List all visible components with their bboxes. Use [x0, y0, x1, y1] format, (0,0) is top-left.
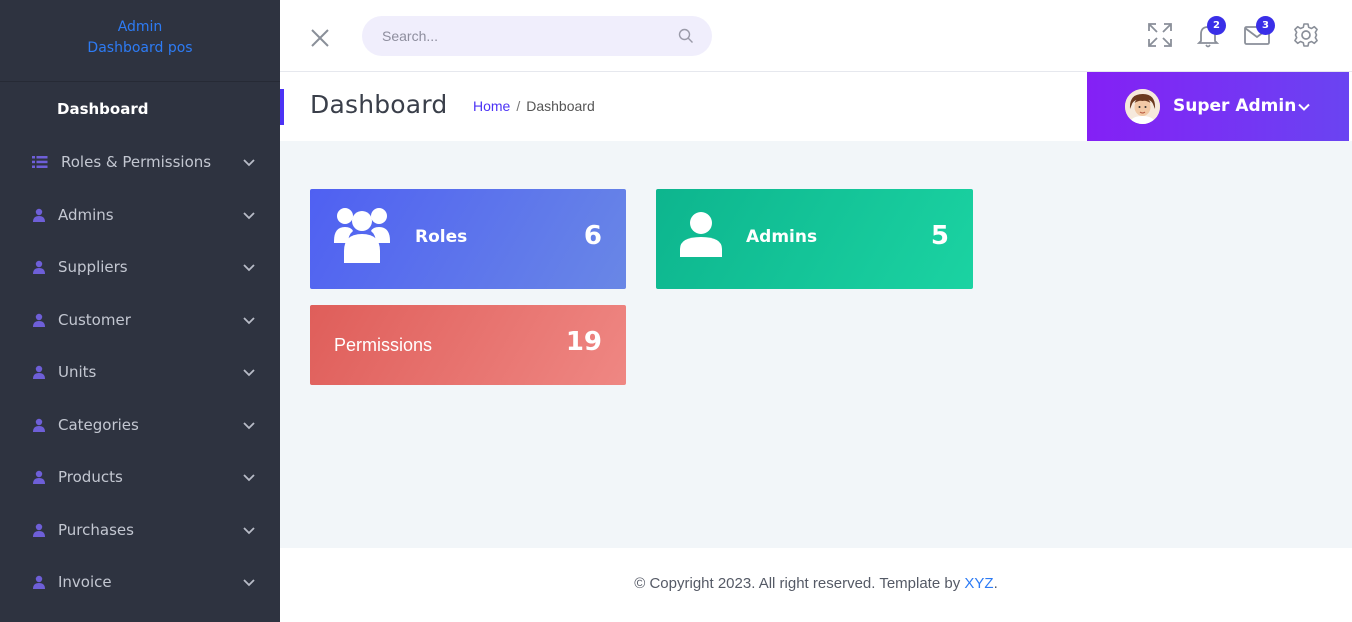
chevron-down-icon	[243, 527, 255, 535]
user-icon	[31, 522, 47, 538]
chevron-down-icon	[243, 212, 255, 220]
messages-badge: 3	[1256, 16, 1275, 35]
sidebar-item-admins[interactable]: Admins	[0, 189, 280, 242]
profile-dropdown[interactable]: Super Admin	[1087, 72, 1349, 141]
permissions-card-value: 19	[565, 327, 602, 357]
breadcrumb-current: Dashboard	[526, 98, 595, 114]
user-icon	[31, 574, 47, 590]
expand-icon	[1148, 23, 1172, 47]
chevron-down-icon	[1298, 103, 1310, 111]
settings-button[interactable]	[1291, 20, 1321, 50]
page-title: Dashboard	[310, 90, 448, 119]
sidebar-item-customer[interactable]: Customer	[0, 294, 280, 347]
sidebar-item-label: Products	[58, 468, 123, 487]
search-icon[interactable]	[678, 28, 694, 44]
user-icon	[31, 207, 47, 223]
sidebar-item-suppliers[interactable]: Suppliers	[0, 241, 280, 294]
active-indicator	[280, 89, 284, 125]
sidebar-item-label: Roles & Permissions	[61, 153, 212, 172]
breadcrumb-separator: /	[516, 98, 521, 114]
roles-card-value: 6	[583, 221, 602, 251]
sidebar-item-roles-permissions[interactable]: Roles & Permissions	[0, 136, 280, 189]
chevron-down-icon	[243, 369, 255, 377]
user-icon	[31, 259, 47, 275]
sidebar-menu: Dashboard Roles & Permissions Admins Sup…	[0, 82, 280, 609]
users-group-icon	[334, 208, 390, 263]
chevron-down-icon	[243, 317, 255, 325]
page-header: Dashboard Home / Dashboard Super Admin	[280, 72, 1352, 141]
sidebar-item-label: Dashboard	[57, 100, 149, 118]
permissions-card-label: Permissions	[334, 335, 433, 355]
breadcrumb: Home / Dashboard	[473, 98, 595, 114]
profile-name: Super Admin	[1173, 96, 1297, 116]
notifications-badge: 2	[1207, 16, 1226, 35]
chevron-down-icon	[243, 159, 255, 167]
user-icon	[680, 212, 722, 257]
sidebar-item-invoice[interactable]: Invoice	[0, 556, 280, 609]
sidebar: Admin Dashboard pos Dashboard Roles & Pe…	[0, 0, 280, 622]
sidebar-item-label: Invoice	[58, 573, 112, 592]
sidebar-item-products[interactable]: Products	[0, 451, 280, 504]
chevron-down-icon	[243, 422, 255, 430]
notifications-button[interactable]: 2	[1193, 16, 1226, 50]
sidebar-item-label: Admins	[58, 205, 114, 224]
fullscreen-button[interactable]	[1145, 20, 1175, 50]
chevron-down-icon	[243, 264, 255, 272]
user-icon	[31, 417, 47, 433]
list-icon	[32, 154, 48, 170]
copyright-label: © Copyright 2023. All right reserved. Te…	[634, 575, 965, 592]
copyright-end: .	[993, 575, 998, 592]
breadcrumb-home-link[interactable]: Home	[473, 98, 510, 114]
footer: © Copyright 2023. All right reserved. Te…	[280, 548, 1352, 622]
template-author-link[interactable]: XYZ	[964, 575, 993, 592]
close-sidebar-icon[interactable]	[309, 27, 331, 49]
messages-button[interactable]: 3	[1242, 16, 1275, 50]
admins-card-value: 5	[930, 221, 949, 251]
user-icon	[31, 312, 47, 328]
brand-line-1: Admin	[117, 18, 163, 35]
admins-card-label: Admins	[746, 227, 818, 247]
sidebar-item-units[interactable]: Units	[0, 346, 280, 399]
sidebar-item-label: Categories	[58, 415, 139, 434]
search-bar	[362, 16, 712, 56]
sidebar-item-dashboard[interactable]: Dashboard	[0, 82, 280, 136]
sidebar-item-label: Suppliers	[58, 258, 128, 277]
sidebar-item-purchases[interactable]: Purchases	[0, 504, 280, 557]
sidebar-item-categories[interactable]: Categories	[0, 399, 280, 452]
copyright-text: © Copyright 2023. All right reserved. Te…	[280, 575, 1352, 592]
avatar	[1125, 89, 1160, 124]
gear-icon	[1294, 23, 1318, 47]
brand-logo[interactable]: Admin Dashboard pos	[0, 0, 280, 82]
roles-card-label: Roles	[415, 227, 468, 247]
topbar: 2 3	[280, 0, 1352, 72]
sidebar-item-label: Customer	[58, 310, 131, 329]
admins-card[interactable]: Admins 5	[656, 189, 973, 289]
user-icon	[31, 469, 47, 485]
search-input[interactable]	[382, 16, 662, 56]
sidebar-item-label: Purchases	[58, 520, 134, 539]
brand-line-2: Dashboard pos	[87, 39, 193, 56]
user-icon	[31, 364, 47, 380]
roles-card[interactable]: Roles 6	[310, 189, 626, 289]
permissions-card[interactable]: Permissions 19	[310, 305, 626, 385]
sidebar-item-label: Units	[58, 363, 97, 382]
chevron-down-icon	[243, 579, 255, 587]
chevron-down-icon	[243, 474, 255, 482]
